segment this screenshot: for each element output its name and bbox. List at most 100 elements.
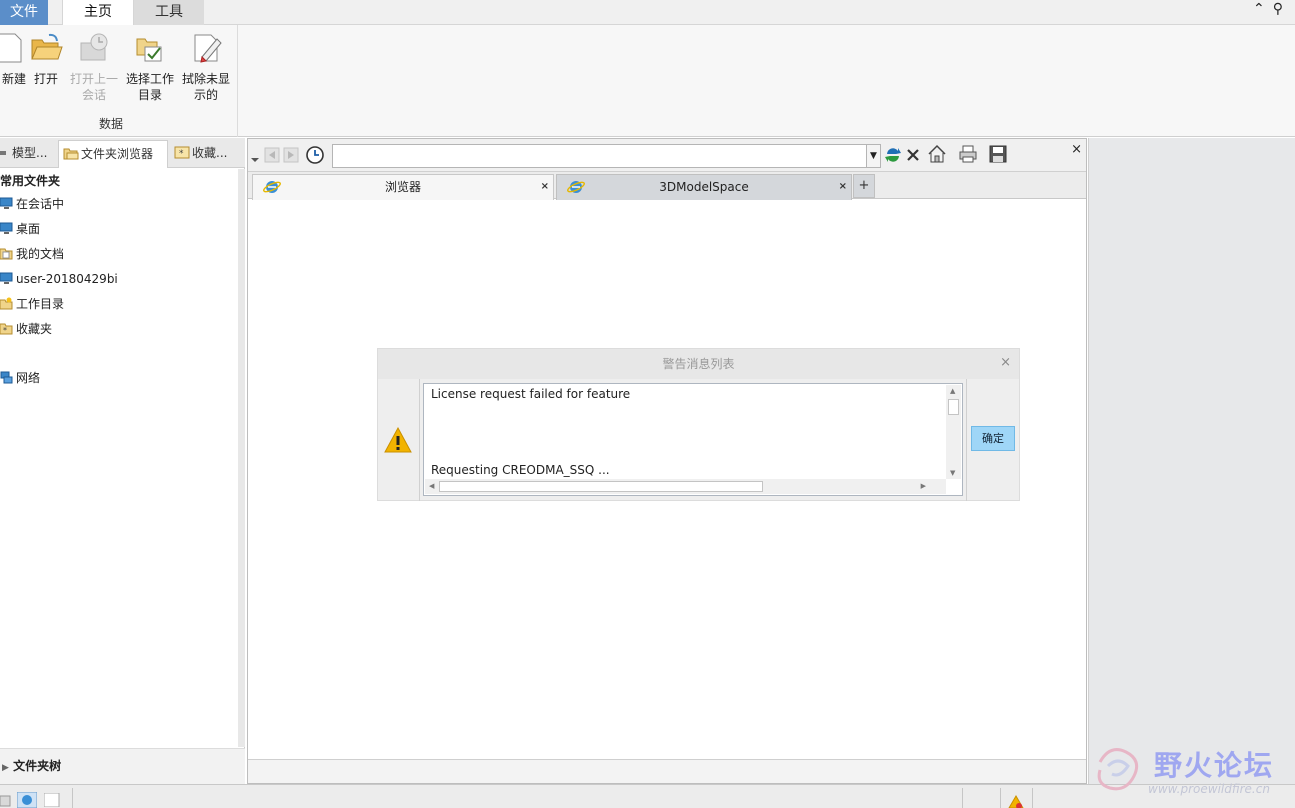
graphics-area	[1088, 138, 1295, 784]
browser-status-strip	[248, 759, 1086, 783]
tab-folder-browser-label: 文件夹浏览器	[81, 147, 154, 161]
tab-file[interactable]: 文件	[0, 0, 48, 25]
status-toggle-icon[interactable]	[0, 794, 14, 808]
open-last-session-button[interactable]: 打开上一 会话	[68, 31, 120, 103]
message-vertical-scrollbar[interactable]: ▲ ▼	[946, 385, 961, 479]
folder-browser-icon	[63, 143, 79, 160]
warning-message-dialog: 警告消息列表 × License request failed for feat…	[377, 348, 1020, 501]
dialog-separator	[966, 379, 967, 501]
dialog-separator	[419, 379, 420, 501]
favorites-folder-icon: *	[0, 323, 13, 335]
folder-tree-label: 文件夹树	[13, 759, 62, 773]
forward-icon[interactable]	[283, 147, 299, 163]
folder-tree-toggle[interactable]: ▶ 文件夹树	[0, 748, 245, 784]
ribbon-group-data: 新建 打开 打开上一 会话 选择工作 目录 拭除未显 示的 数据	[0, 25, 238, 137]
message-line: Requesting CREODMA_SSQ ...	[431, 463, 610, 477]
scroll-thumb[interactable]	[439, 481, 763, 492]
address-dropdown-button[interactable]: ▼	[867, 144, 881, 168]
status-separator	[1032, 788, 1033, 808]
watermark-logo-icon	[1097, 748, 1139, 791]
close-browser-pane-button[interactable]: ×	[1071, 142, 1082, 157]
home-icon[interactable]	[927, 144, 947, 164]
address-bar-input[interactable]	[332, 144, 867, 168]
browser-toggle-icon[interactable]	[17, 792, 37, 808]
scroll-left-icon[interactable]: ◀	[429, 482, 434, 490]
folder-item-network[interactable]: 网络	[0, 368, 240, 393]
open-button-label: 打开	[33, 72, 58, 86]
select-working-directory-label-1: 选择工作	[125, 72, 174, 86]
message-list-box[interactable]: License request failed for feature Reque…	[423, 383, 963, 496]
print-icon[interactable]	[958, 144, 978, 164]
save-icon[interactable]	[988, 144, 1008, 164]
scroll-up-icon[interactable]: ▲	[950, 387, 955, 395]
open-last-session-icon	[80, 33, 108, 61]
browser-tab-bar: 浏览器 × 3DModelSpace × +	[248, 171, 1086, 200]
model-tree-icon	[0, 142, 8, 155]
documents-folder-icon	[0, 248, 13, 260]
history-icon[interactable]	[305, 145, 325, 165]
erase-not-displayed-icon	[194, 34, 222, 63]
common-folders-header: 常用文件夹	[0, 174, 61, 188]
monitor-icon	[0, 197, 13, 209]
folder-item-in-session[interactable]: 在会话中	[0, 194, 240, 219]
status-separator	[72, 788, 73, 808]
tab-favorites-label: 收藏...	[192, 146, 228, 160]
tab-home[interactable]: 主页	[62, 0, 134, 26]
search-icon[interactable]: ⚲	[1273, 1, 1291, 17]
message-warning-icon[interactable]	[1008, 795, 1024, 808]
folder-item-label: 在会话中	[16, 197, 65, 211]
working-directory-icon	[0, 297, 13, 310]
ribbon-top-right-controls: ⌃⚲	[1253, 1, 1291, 17]
browser-globe-icon	[567, 181, 585, 193]
network-icon	[0, 371, 13, 384]
message-horizontal-scrollbar[interactable]: ◀ ▶	[425, 479, 946, 494]
svg-text:*: *	[3, 326, 7, 335]
computer-icon	[0, 272, 13, 284]
folder-item-desktop[interactable]: 桌面	[0, 219, 240, 244]
stop-icon[interactable]	[905, 147, 921, 163]
tab-favorites[interactable]: * 收藏...	[170, 140, 242, 168]
watermark-url: www.proewildfire.cn	[1148, 782, 1270, 796]
expand-arrow-icon: ▶	[2, 763, 9, 773]
folder-item-favorites[interactable]: * 收藏夹	[0, 319, 240, 344]
close-tab-button[interactable]: ×	[541, 175, 549, 199]
browser-tab-3dmodelspace[interactable]: 3DModelSpace ×	[556, 174, 852, 200]
full-browser-icon[interactable]	[44, 793, 60, 807]
tab-tools[interactable]: 工具	[134, 0, 204, 25]
ribbon-body: 新建 打开 打开上一 会话 选择工作 目录 拭除未显 示的 数据	[0, 25, 1295, 137]
scroll-thumb[interactable]	[948, 399, 959, 415]
browser-toolbar: ▼ ×	[248, 139, 1086, 171]
toolbar-dropdown-icon[interactable]	[250, 155, 260, 165]
forum-watermark: 野火论坛 www.proewildfire.cn	[1088, 740, 1295, 808]
back-icon[interactable]	[264, 147, 280, 163]
tab-model-tree-label: 模型...	[12, 146, 48, 160]
browser-tab-label: 3DModelSpace	[659, 180, 749, 194]
ok-button[interactable]: 确定	[971, 426, 1015, 451]
navigator-tab-bar: 模型... 文件夹浏览器 * 收藏...	[0, 138, 245, 168]
close-tab-button[interactable]: ×	[839, 175, 847, 199]
scroll-down-icon[interactable]: ▼	[950, 469, 955, 477]
folder-item-label: 网络	[16, 371, 41, 385]
message-line: License request failed for feature	[431, 387, 631, 401]
folder-item-computer[interactable]: user-20180429bi	[0, 269, 240, 294]
erase-not-displayed-label-2: 示的	[193, 88, 218, 102]
collapse-ribbon-icon[interactable]: ⌃	[1253, 1, 1273, 17]
watermark-text: 野火论坛	[1154, 749, 1275, 782]
scroll-right-icon[interactable]: ▶	[921, 482, 926, 490]
open-button[interactable]: 打开	[20, 31, 72, 87]
select-working-directory-button[interactable]: 选择工作 目录	[124, 31, 176, 103]
refresh-icon[interactable]	[884, 146, 902, 164]
svg-text:*: *	[179, 149, 184, 159]
dialog-close-button[interactable]: ×	[1000, 355, 1011, 370]
desktop-icon	[0, 222, 13, 234]
browser-tab-browser[interactable]: 浏览器 ×	[252, 174, 554, 200]
navigator-scrollbar[interactable]	[238, 169, 245, 747]
folder-item-working-directory[interactable]: 工作目录	[0, 294, 240, 319]
tab-folder-browser[interactable]: 文件夹浏览器	[58, 140, 168, 168]
folder-item-my-documents[interactable]: 我的文档	[0, 244, 240, 269]
folder-item-label: user-20180429bi	[16, 272, 118, 286]
erase-not-displayed-button[interactable]: 拭除未显 示的	[180, 31, 232, 103]
tab-model-tree[interactable]: 模型...	[0, 140, 56, 168]
select-working-directory-icon	[136, 38, 162, 62]
add-tab-button[interactable]: +	[853, 174, 875, 198]
